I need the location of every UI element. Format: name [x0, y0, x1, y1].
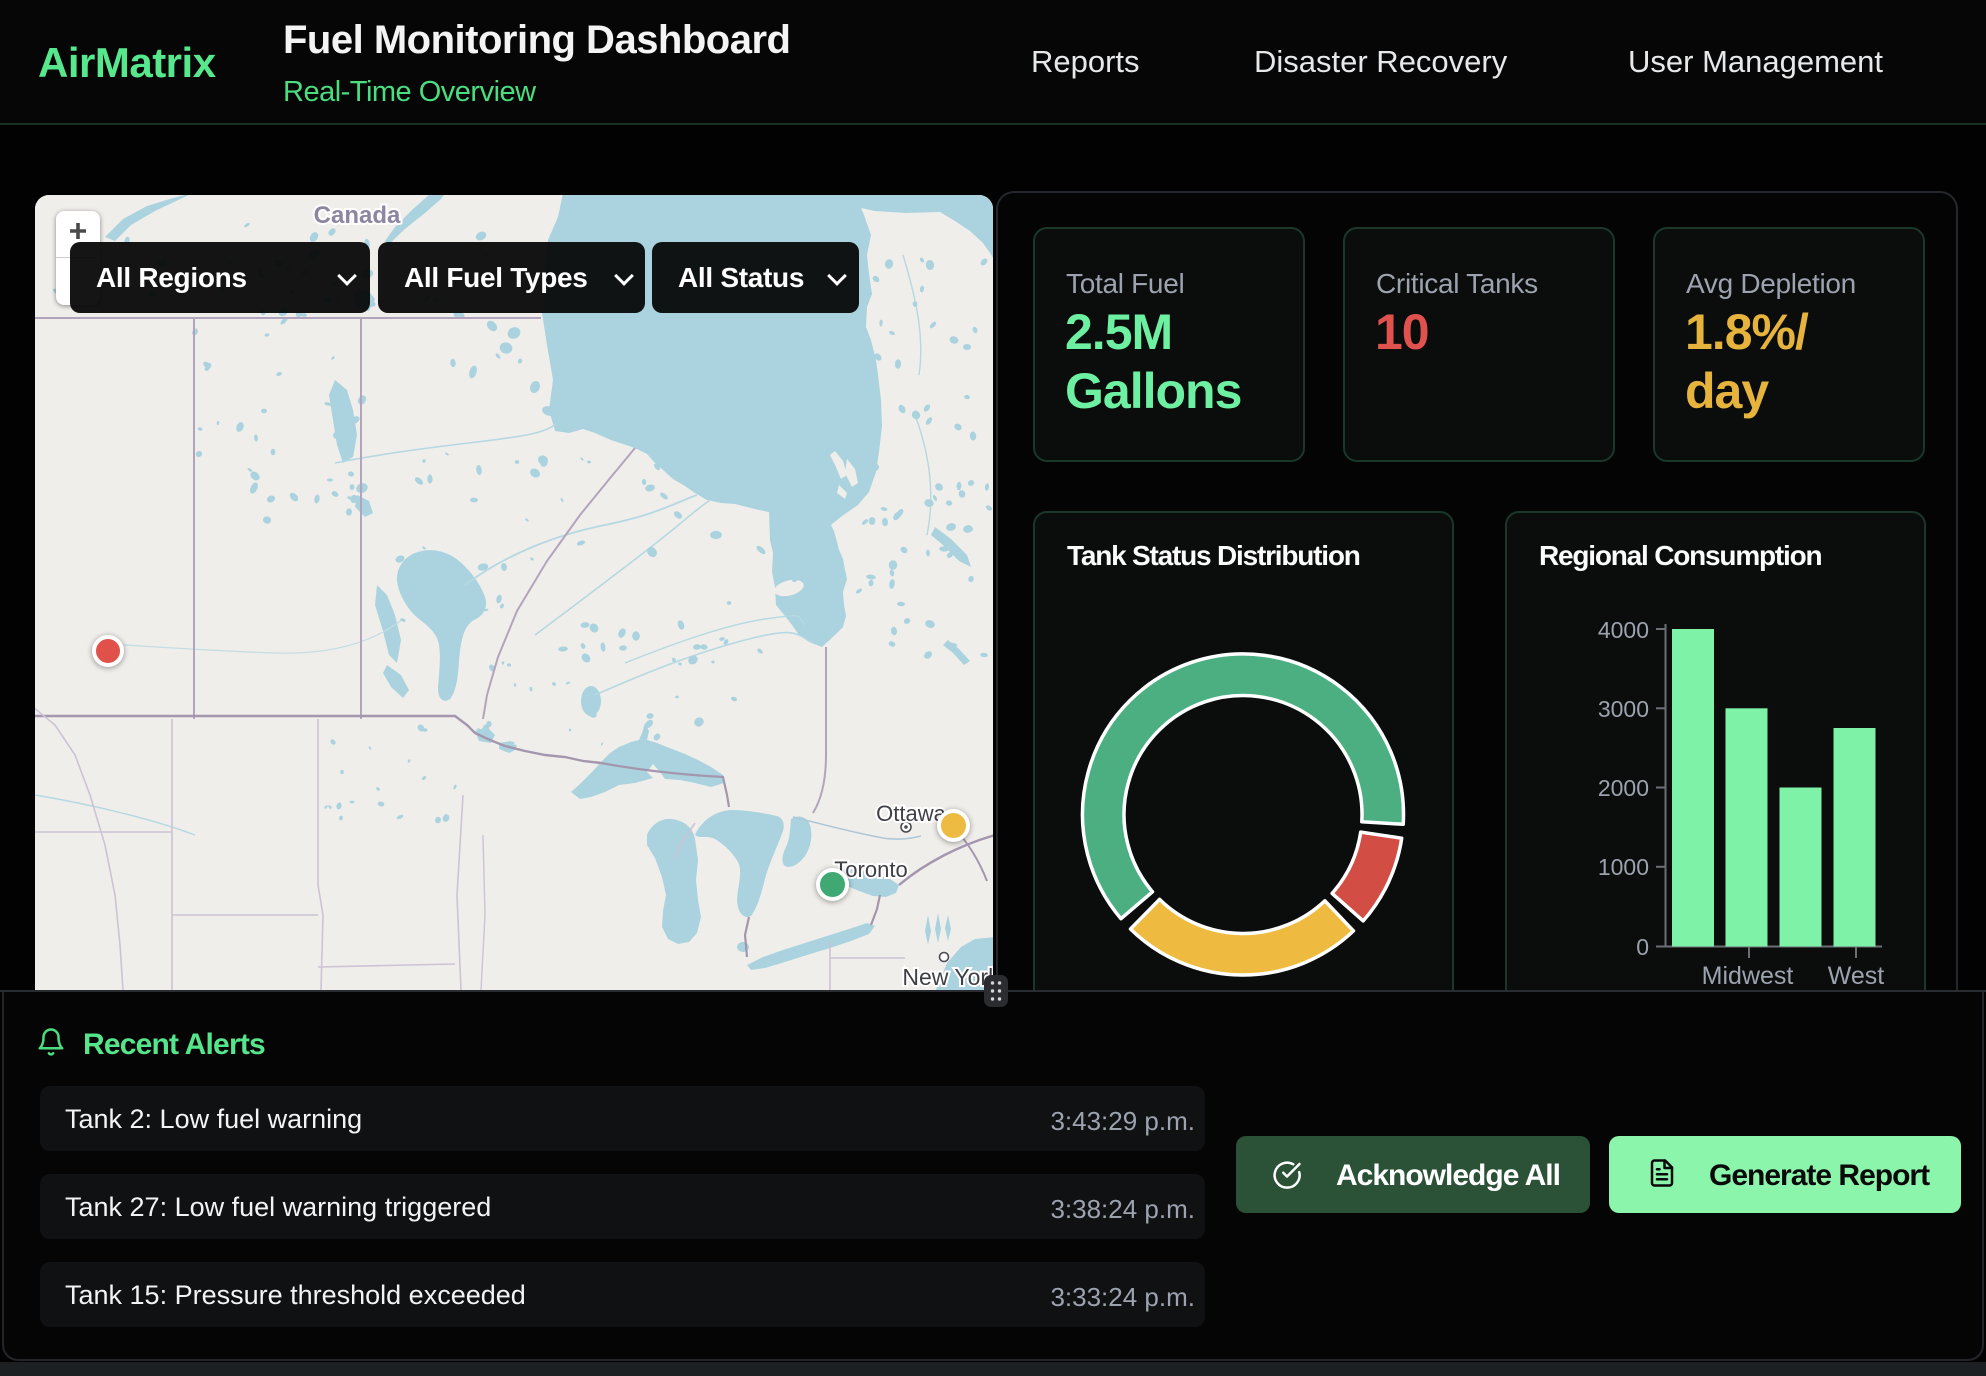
- svg-text:Canada: Canada: [314, 202, 401, 229]
- svg-text:West: West: [1828, 962, 1885, 987]
- svg-text:Ottawa: Ottawa: [876, 801, 946, 826]
- svg-text:3000: 3000: [1598, 696, 1649, 722]
- svg-text:0: 0: [1636, 934, 1649, 960]
- svg-text:Midwest: Midwest: [1702, 962, 1794, 987]
- svg-text:New York: New York: [902, 964, 993, 990]
- svg-text:2000: 2000: [1598, 775, 1649, 801]
- svg-text:1000: 1000: [1598, 854, 1649, 880]
- svg-text:4000: 4000: [1598, 617, 1649, 643]
